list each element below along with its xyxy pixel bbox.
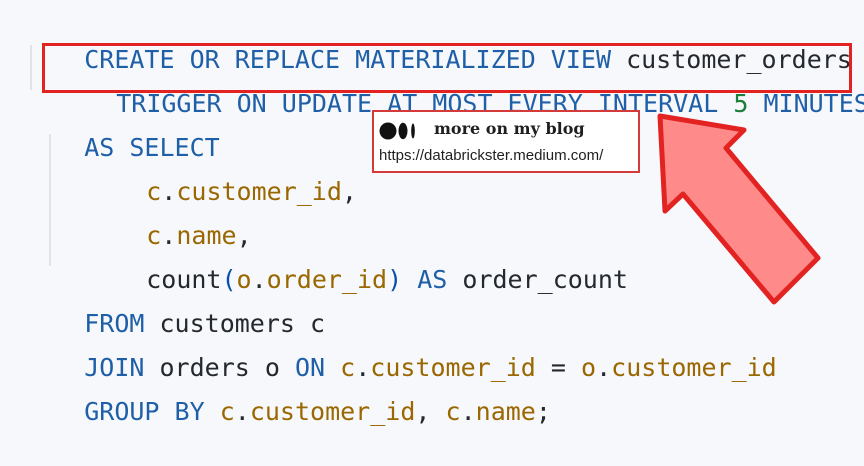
comma: ,	[415, 397, 431, 426]
sql-keyword: GROUP BY	[84, 397, 205, 426]
semicolon: ;	[535, 397, 551, 426]
code-line-4: c.customer_id,	[146, 177, 357, 206]
code-line-7: FROM customers c	[24, 270, 325, 338]
table-alias: c	[445, 397, 461, 426]
blog-link-card[interactable]: more on my blog https://databrickster.me…	[372, 110, 640, 173]
result-alias: order_count	[462, 265, 628, 294]
close-paren: )	[387, 265, 403, 294]
blog-url[interactable]: https://databrickster.medium.com/	[379, 147, 603, 164]
code-line-8: JOIN orders o ON c.customer_id = o.custo…	[84, 353, 777, 382]
equals-operator: =	[550, 353, 566, 382]
blog-title: more on my blog	[434, 119, 585, 138]
code-line-5: c.name,	[146, 221, 252, 250]
column-name: name	[475, 397, 536, 426]
pointer-arrow-icon	[657, 113, 821, 305]
code-line-3: AS SELECT	[24, 94, 219, 162]
code-line-1: CREATE OR REPLACE MATERIALIZED VIEW cust…	[24, 6, 852, 74]
code-line-6: count(o.order_id) AS order_count	[146, 265, 628, 294]
column-name: customer_id	[611, 353, 777, 382]
code-line-9: GROUP BY c.customer_id, c.name;	[84, 397, 551, 426]
sql-keyword: AS	[417, 265, 448, 294]
table-alias: o	[581, 353, 597, 382]
medium-logo-icon	[379, 122, 415, 140]
column-name: customer_id	[249, 397, 416, 426]
comma: ,	[341, 177, 357, 206]
table-alias: c	[219, 397, 235, 426]
code-line-2: TRIGGER ON UPDATE AT MOST EVERY INTERVAL…	[56, 50, 864, 118]
